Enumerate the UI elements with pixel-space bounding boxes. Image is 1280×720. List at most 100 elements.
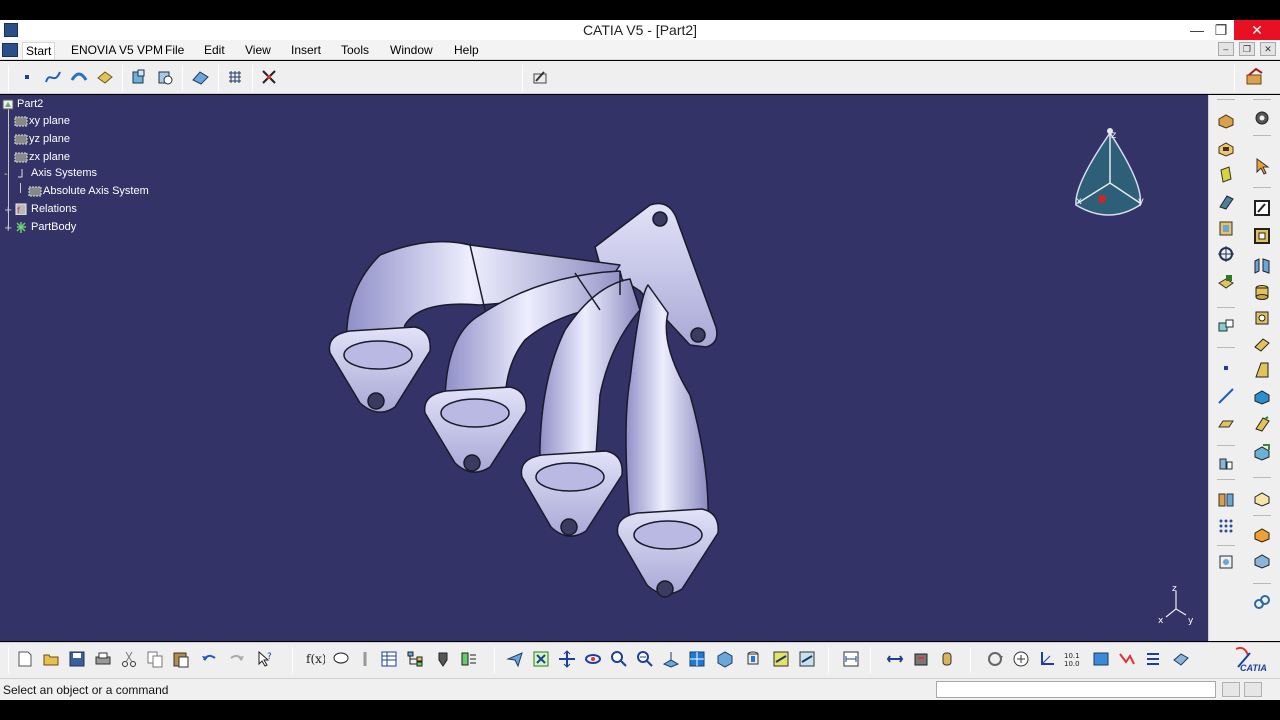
- hole-icon[interactable]: [1215, 243, 1237, 265]
- comment-icon[interactable]: [330, 648, 352, 670]
- doc-restore-button[interactable]: ❐: [1238, 42, 1255, 56]
- 3d-compass[interactable]: z x y: [1064, 125, 1154, 235]
- material-icon[interactable]: [1170, 648, 1192, 670]
- zoom-in-icon[interactable]: [608, 648, 630, 670]
- multi-section-icon[interactable]: [1215, 217, 1237, 239]
- spline-icon[interactable]: [42, 66, 64, 88]
- zoom-out-icon[interactable]: [634, 648, 656, 670]
- tree-icon[interactable]: [404, 648, 426, 670]
- status-button-1[interactable]: [1222, 682, 1240, 697]
- redo-icon[interactable]: [226, 648, 248, 670]
- shaft-icon[interactable]: [1215, 163, 1237, 185]
- menu-tools[interactable]: Tools: [338, 42, 372, 58]
- cylinder-icon[interactable]: [1251, 281, 1273, 303]
- menu-help[interactable]: Help: [451, 42, 482, 58]
- new-icon[interactable]: [14, 648, 36, 670]
- swap-icon[interactable]: [770, 648, 792, 670]
- rib-icon[interactable]: [1215, 191, 1237, 213]
- exhaust-manifold-model[interactable]: [0, 95, 1208, 641]
- command-input[interactable]: [936, 681, 1216, 698]
- pocket-icon[interactable]: [1215, 137, 1237, 159]
- doc-close-button[interactable]: ✕: [1260, 42, 1276, 56]
- mouse-icon[interactable]: [984, 648, 1006, 670]
- doc-minimize-button[interactable]: –: [1217, 42, 1234, 56]
- status-button-2[interactable]: [1244, 682, 1262, 697]
- menu-view[interactable]: View: [242, 42, 274, 58]
- menu-insert[interactable]: Insert: [288, 42, 324, 58]
- shading-icon[interactable]: [714, 648, 736, 670]
- constraint-icon[interactable]: [1215, 515, 1237, 537]
- pan-icon[interactable]: [556, 648, 578, 670]
- cube-color-icon[interactable]: [1251, 549, 1273, 571]
- analysis-graph-icon[interactable]: [1116, 648, 1138, 670]
- whats-this-icon[interactable]: ?: [254, 648, 276, 670]
- point-icon[interactable]: [16, 66, 38, 88]
- grid-icon[interactable]: [224, 66, 246, 88]
- view-mode-icon[interactable]: [686, 648, 708, 670]
- print-icon[interactable]: [92, 648, 114, 670]
- menu-file[interactable]: File: [162, 42, 187, 58]
- analysis-icon[interactable]: [458, 648, 480, 670]
- cut-icon[interactable]: [118, 648, 140, 670]
- axis-icon[interactable]: [1215, 453, 1237, 475]
- fit-all-icon[interactable]: [530, 648, 552, 670]
- mass-icon[interactable]: [910, 648, 932, 670]
- pattern-icon[interactable]: [1215, 489, 1237, 511]
- rotate-icon[interactable]: [582, 648, 604, 670]
- boolean-add-icon[interactable]: [128, 66, 150, 88]
- axis-tool-icon[interactable]: [1010, 648, 1032, 670]
- update-icon[interactable]: [936, 648, 958, 670]
- fly-icon[interactable]: [504, 648, 526, 670]
- normal-view-icon[interactable]: [660, 648, 682, 670]
- list-icon[interactable]: [1090, 648, 1112, 670]
- line-icon[interactable]: [1215, 385, 1237, 407]
- boolean-remove-icon[interactable]: [154, 66, 176, 88]
- properties-icon[interactable]: [796, 648, 818, 670]
- workbench-part-design-icon[interactable]: [1244, 66, 1266, 88]
- hide-show-icon[interactable]: [742, 648, 764, 670]
- pad-icon[interactable]: [1215, 109, 1237, 131]
- snap-icon[interactable]: [258, 66, 280, 88]
- scale-icon[interactable]: [1215, 551, 1237, 573]
- 3d-compass-icon[interactable]: [1036, 648, 1058, 670]
- fillet-icon[interactable]: [1251, 255, 1273, 277]
- tolerance-icon[interactable]: 10.1 10.0: [1062, 648, 1084, 670]
- thumbtack-icon[interactable]: [432, 648, 454, 670]
- cube-orange-icon[interactable]: [1251, 523, 1273, 545]
- sketch-output-icon[interactable]: [1251, 225, 1273, 247]
- thickness-icon[interactable]: [1251, 333, 1273, 355]
- menu-window[interactable]: Window: [387, 42, 436, 58]
- measure-between-icon[interactable]: [840, 648, 862, 670]
- measure-item-icon[interactable]: [884, 648, 906, 670]
- chamfer-icon[interactable]: [1251, 385, 1273, 407]
- cut-part-icon[interactable]: [94, 66, 116, 88]
- thread-icon[interactable]: [1251, 413, 1273, 435]
- sketch-plane-icon[interactable]: [530, 66, 552, 88]
- point-icon[interactable]: [1215, 357, 1237, 379]
- menu-enovia[interactable]: ENOVIA V5 VPM: [68, 42, 166, 58]
- start-icon[interactable]: [2, 43, 18, 57]
- sketch-icon[interactable]: [1251, 197, 1273, 219]
- table-icon[interactable]: [378, 648, 400, 670]
- gear-icon[interactable]: [1251, 107, 1273, 129]
- menu-edit[interactable]: Edit: [201, 42, 228, 58]
- sort-list-icon[interactable]: [1142, 648, 1164, 670]
- draft-icon[interactable]: [1251, 359, 1273, 381]
- cube-edit-icon[interactable]: [1251, 487, 1273, 509]
- formula-icon[interactable]: f(x): [304, 648, 326, 670]
- save-icon[interactable]: [66, 648, 88, 670]
- 3d-viewport[interactable]: Part2 xy plane yz plane zx plane - Axis …: [0, 95, 1208, 641]
- open-icon[interactable]: [40, 648, 62, 670]
- pin-icon[interactable]: [354, 648, 376, 670]
- shell-icon[interactable]: [1215, 271, 1237, 293]
- copy-icon[interactable]: [144, 648, 166, 670]
- link-icon[interactable]: [1251, 591, 1273, 613]
- translate-icon[interactable]: [1215, 315, 1237, 337]
- cube-icon[interactable]: [1251, 441, 1273, 463]
- plane-icon[interactable]: [1215, 413, 1237, 435]
- maximize-button[interactable]: ❐: [1207, 20, 1235, 40]
- paste-icon[interactable]: [170, 648, 192, 670]
- revolve-icon[interactable]: [1251, 307, 1273, 329]
- sweep-surface-icon[interactable]: [68, 66, 90, 88]
- close-button[interactable]: ✕: [1234, 20, 1280, 40]
